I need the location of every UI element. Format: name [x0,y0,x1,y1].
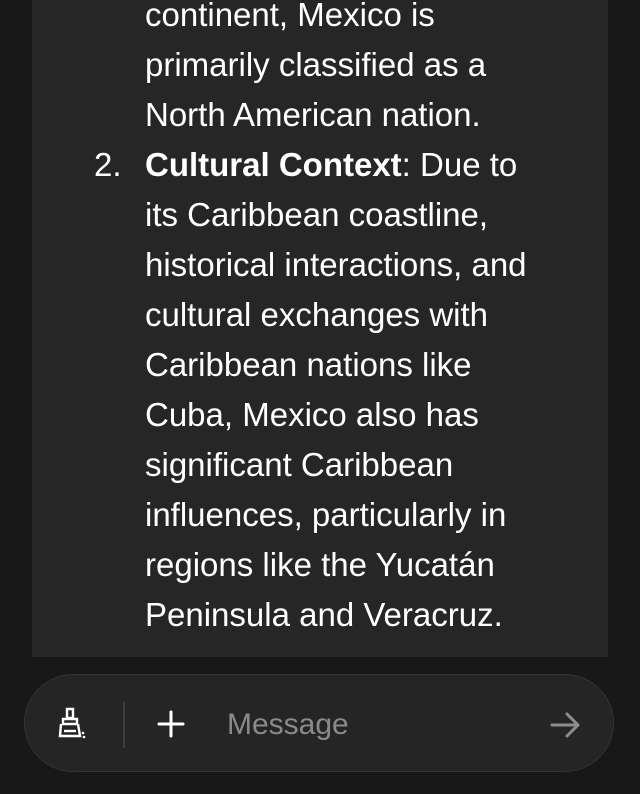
list-item-line: Cuba, Mexico also has [145,396,479,433]
message-line: continent, Mexico is [145,0,435,33]
chat-screen: continent, Mexico is primarily classifie… [0,0,640,794]
arrow-right-icon[interactable] [547,706,585,744]
list-item-first-line-text: : Due to [401,146,518,183]
message-composer [24,674,614,772]
list-number: 2. [94,146,122,183]
list-item-line: its Caribbean coastline, [145,196,489,233]
list-item-body: Cultural Context: Due to its Caribbean c… [145,140,575,640]
list-item-title: Cultural Context [145,146,402,183]
list-item-line: cultural exchanges with [145,296,489,333]
composer-divider [123,702,125,748]
list-item-line: significant Caribbean [145,446,454,483]
brush-icon[interactable] [52,706,88,742]
assistant-message: continent, Mexico is primarily classifie… [32,0,608,657]
list-item-line: historical interactions, and [145,246,527,283]
list-item-line: Peninsula and Veracruz. [145,596,503,633]
message-continuation: continent, Mexico is primarily classifie… [145,0,565,140]
list-item-first-line: Cultural Context: Due to [145,140,575,190]
plus-icon[interactable] [153,706,189,742]
list-item-line: regions like the Yucatán [145,546,495,583]
list-item-line: Caribbean nations like [145,346,472,383]
message-line: North American nation. [145,96,481,133]
message-input[interactable] [225,699,519,751]
message-line: primarily classified as a [145,46,487,83]
list-item-line: influences, particularly in [145,496,507,533]
